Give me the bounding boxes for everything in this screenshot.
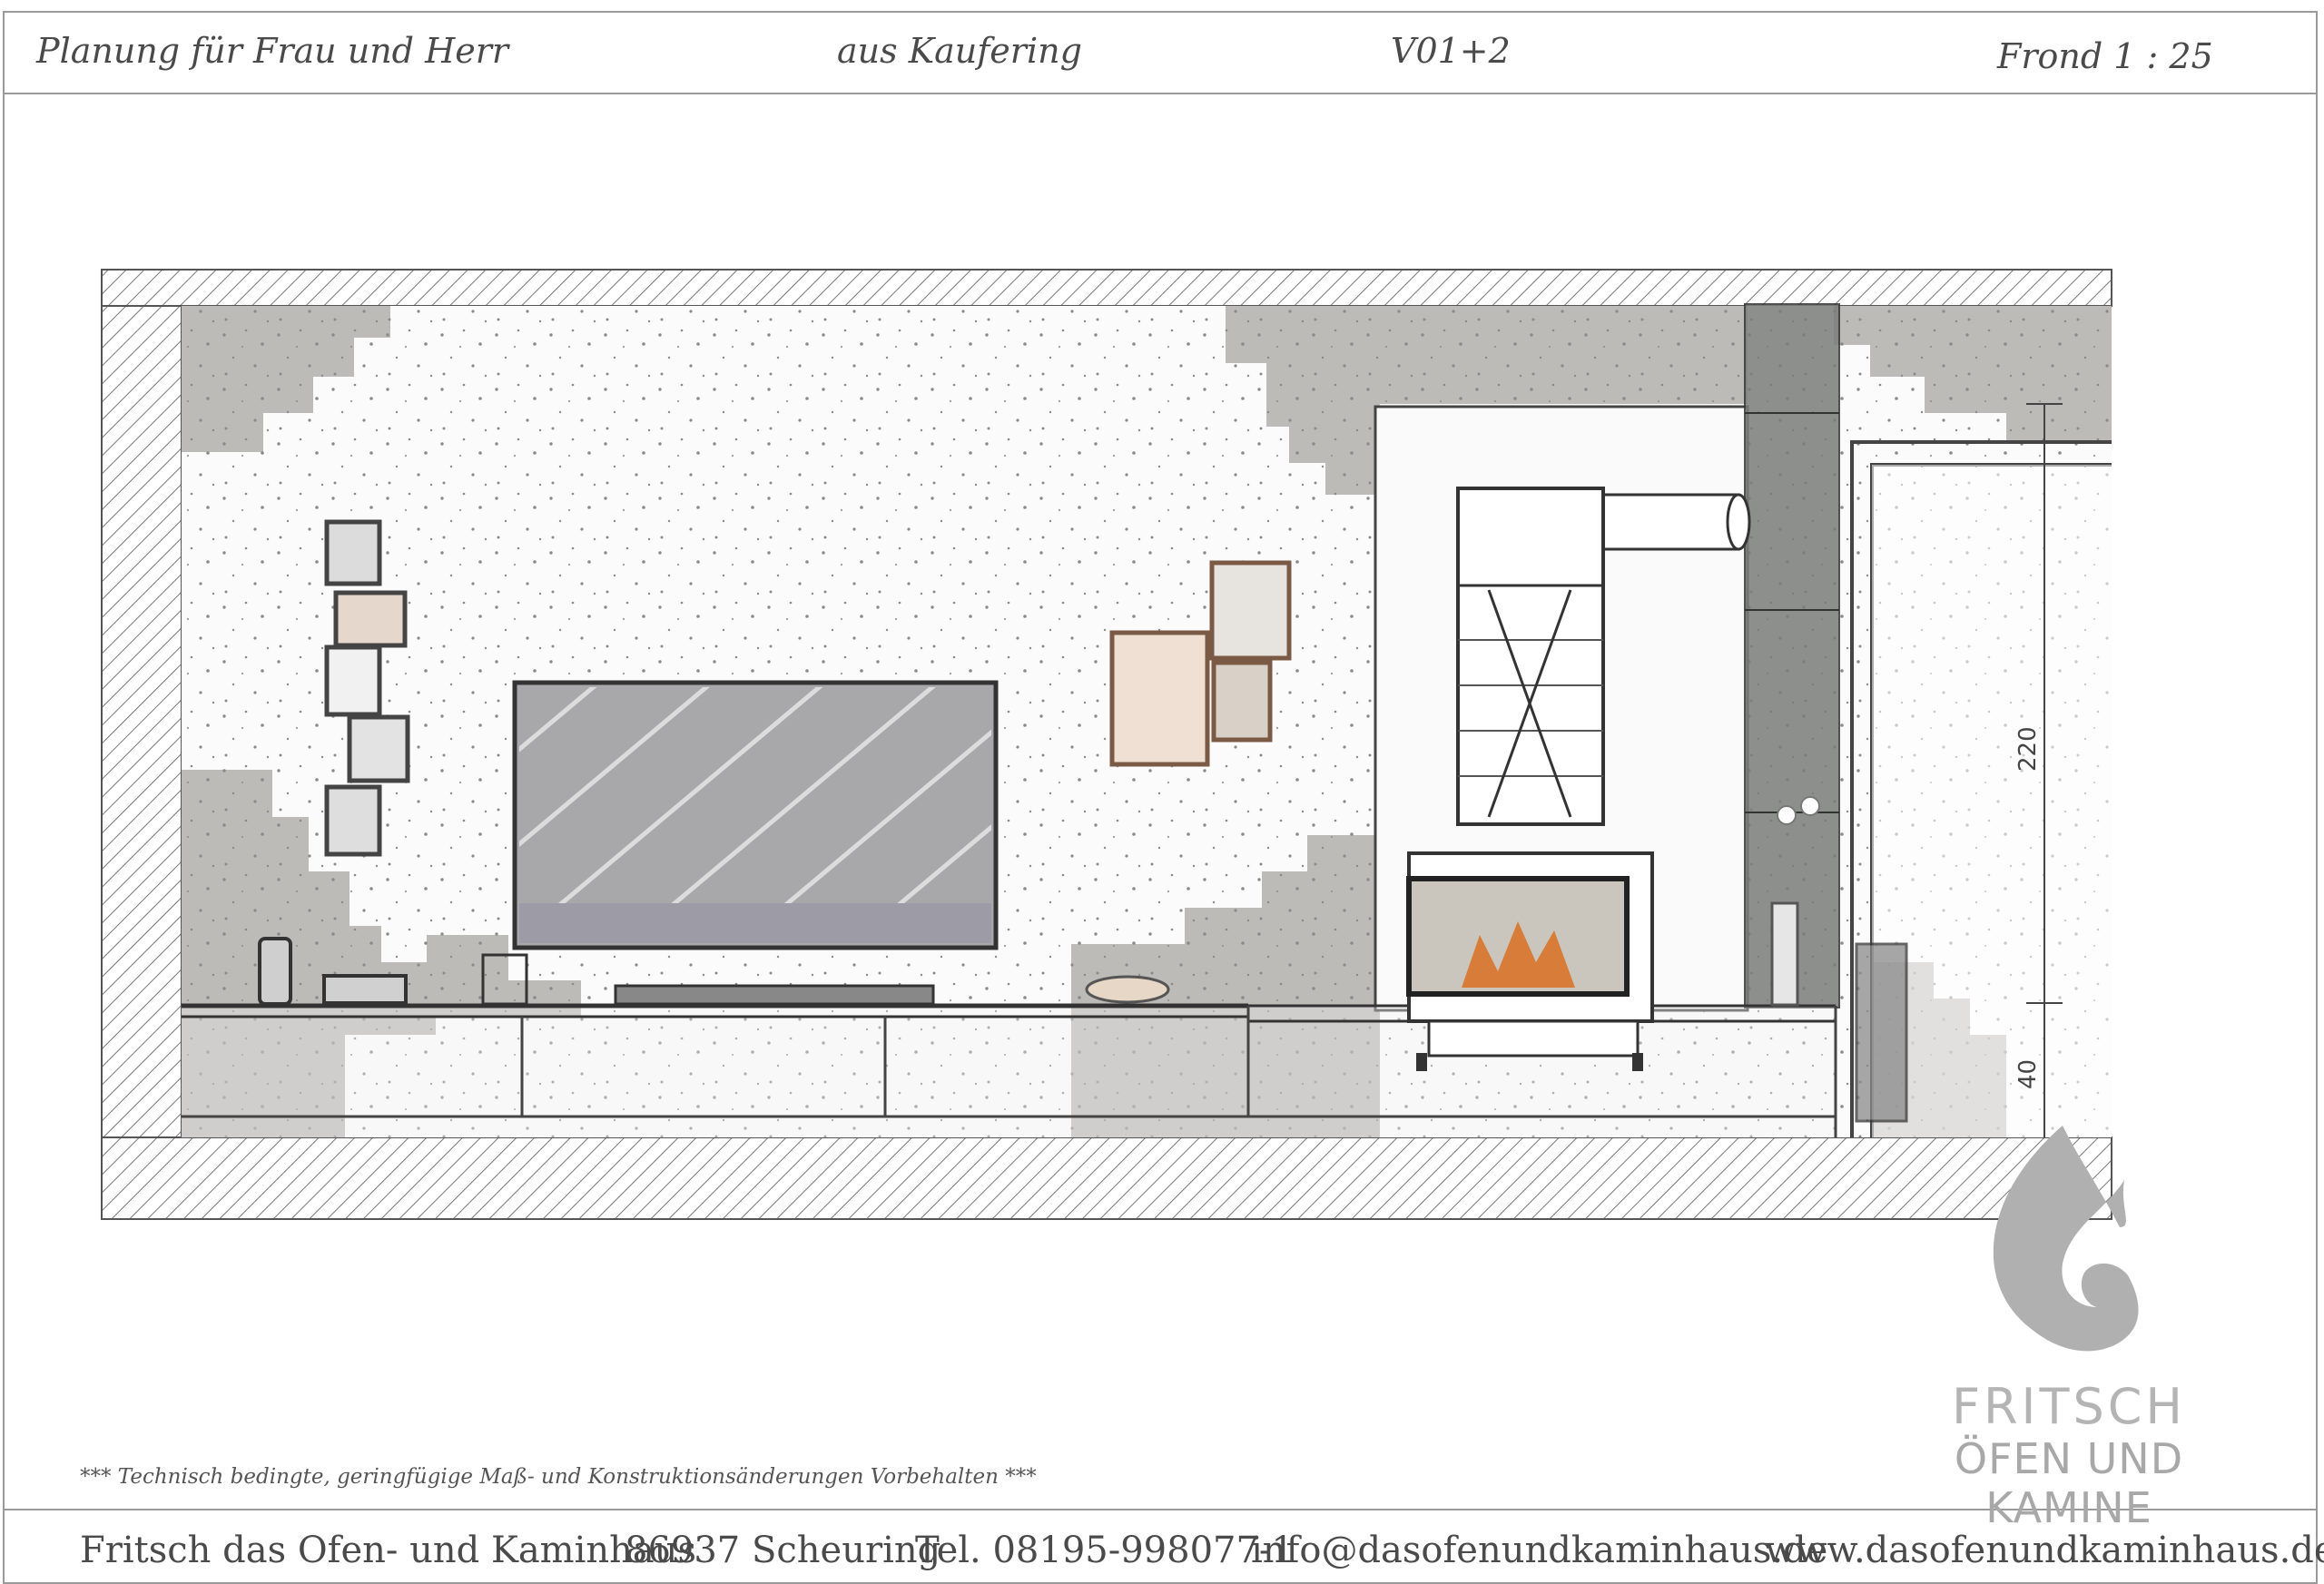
flower-vase xyxy=(1770,901,1799,1007)
dimension-label-40: 40 xyxy=(2014,1059,2042,1089)
wall-shelf-cube xyxy=(324,784,382,857)
elevation-drawing: 220 40 xyxy=(101,269,2139,1352)
tv-soundbar xyxy=(614,984,935,1006)
footer-company: Fritsch das Ofen- und Kaminhaus xyxy=(80,1530,697,1571)
footer-website[interactable]: www.dasofenundkaminhaus.de xyxy=(1765,1530,2324,1571)
floor-hatch xyxy=(101,1136,2112,1220)
footer-city: 86937 Scheuring xyxy=(625,1530,941,1571)
dimension-label-220: 220 xyxy=(2014,726,2042,772)
logo-tagline: ÖFEN UND KAMINE xyxy=(1954,1434,2184,1532)
speaker xyxy=(258,937,292,1006)
stove-flue xyxy=(1587,493,1740,551)
ceiling-hatch xyxy=(101,269,2112,307)
wall-shelf-cube xyxy=(333,590,408,648)
footer-phone: Tel. 08195-998077-1 xyxy=(915,1530,1295,1571)
wall-shelf-cube xyxy=(324,519,382,586)
wall-shelf-cube xyxy=(347,714,410,783)
heat-storage-tower xyxy=(1456,487,1605,826)
logo-wordmark: FRITSCH xyxy=(1951,1378,2187,1435)
disclaimer-note: *** Technisch bedingte, geringfügige Maß… xyxy=(80,1465,1037,1489)
wall-shelf-cube xyxy=(324,644,382,717)
decor-bowl xyxy=(1085,975,1170,1004)
picture-frame xyxy=(1211,660,1273,743)
fireplace-tool-set xyxy=(1855,942,1908,1123)
left-wall-hatch xyxy=(101,305,182,1142)
av-receiver xyxy=(322,974,408,1005)
footer-email[interactable]: info@dasofenundkaminhaus.de xyxy=(1251,1530,1827,1571)
picture-frame xyxy=(1109,630,1210,767)
door-opening xyxy=(1872,465,2112,1137)
picture-frame xyxy=(1209,560,1292,661)
